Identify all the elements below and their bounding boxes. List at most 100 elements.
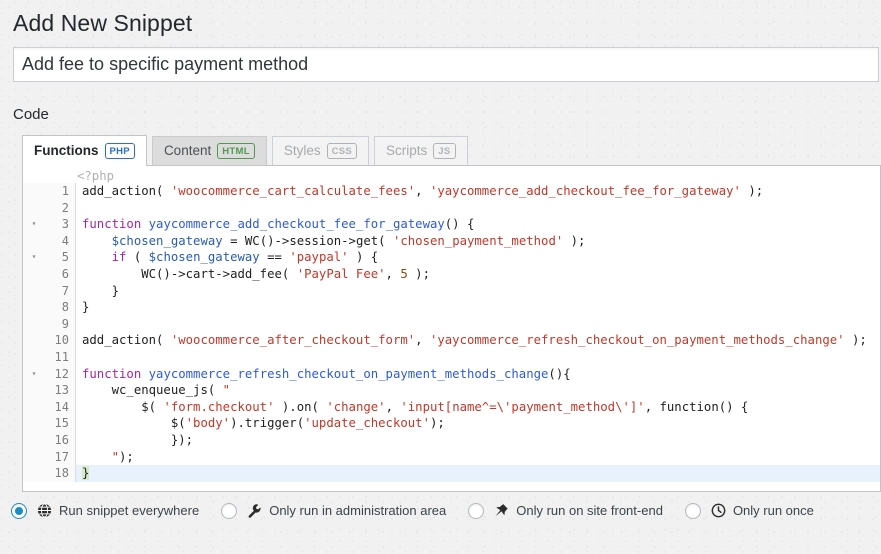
code-line-text: add_action( 'woocommerce_after_checkout_… — [76, 332, 880, 349]
fold-toggle-icon[interactable]: ▾ — [23, 249, 45, 266]
code-token: WC()->cart->add_fee( — [82, 266, 297, 281]
code-line-text: } — [76, 299, 880, 316]
code-line[interactable]: ▾ 12 function yaycommerce_refresh_checkout… — [23, 365, 880, 383]
fold-spacer — [23, 382, 45, 399]
code-line[interactable]: 18} — [23, 465, 880, 482]
code-token: 'form.checkout' — [163, 399, 275, 414]
code-token: 5 — [400, 266, 408, 281]
code-line-text: "); — [76, 449, 880, 466]
scope-frontend[interactable]: Only run on site front-end — [468, 502, 663, 519]
code-token: ); — [844, 333, 867, 348]
radio-button[interactable] — [11, 502, 27, 519]
line-number: 11 — [45, 348, 76, 366]
fold-spacer — [23, 415, 45, 432]
php-open-tag: <?php — [77, 169, 115, 183]
fold-spacer — [23, 183, 45, 200]
tab-label: Content — [163, 143, 212, 159]
code-token: $chosen_gateway — [148, 250, 260, 265]
fold-spacer — [23, 282, 45, 300]
code-token: yaycommerce_refresh_checkout_on_payment_… — [148, 366, 549, 381]
code-token: function — [82, 217, 149, 232]
tab-badge-js: JS — [433, 143, 456, 159]
tab-label: Styles — [283, 143, 321, 159]
pushpin-icon — [493, 502, 510, 519]
code-line[interactable]: 1 add_action( 'woocommerce_cart_calculate… — [23, 183, 880, 200]
code-line[interactable]: 4 $chosen_gateway = WC()->session->get( … — [23, 232, 880, 250]
radio-button[interactable] — [468, 502, 485, 519]
code-line[interactable]: 16 }); — [23, 431, 880, 449]
code-line[interactable]: 10 add_action( 'woocommerce_after_checkou… — [23, 332, 880, 349]
fold-spacer — [23, 398, 45, 416]
tab-badge-php: PHP — [104, 143, 135, 159]
scope-everywhere[interactable]: Run snippet everywhere — [11, 502, 199, 519]
code-token: yaycommerce_add_checkout_fee_for_gateway — [148, 217, 445, 232]
code-token: , — [415, 333, 430, 348]
radio-button[interactable] — [221, 502, 238, 519]
code-line[interactable]: ▾ 3 function yaycommerce_add_checkout_fee_… — [23, 216, 880, 233]
code-token: , — [415, 184, 430, 198]
code-token: ); — [429, 416, 445, 431]
code-token: ).on( — [274, 399, 327, 414]
code-line-text — [76, 349, 880, 366]
fold-spacer — [23, 348, 45, 366]
scope-option-label: Run snippet everywhere — [59, 503, 200, 518]
code-line-text: wc_enqueue_js( " — [76, 382, 880, 399]
code-token: ); — [119, 449, 134, 464]
code-token: " — [111, 449, 120, 464]
line-number: 15 — [45, 415, 76, 432]
code-token: , — [385, 266, 401, 281]
code-token: 'PayPal Fee' — [296, 266, 386, 281]
code-line-text: if ( $chosen_gateway == 'paypal' ) { — [76, 249, 880, 266]
tab-label: Scripts — [386, 143, 428, 159]
code-line[interactable]: 14 $( 'form.checkout' ).on( 'change', 'i… — [23, 398, 880, 416]
code-line[interactable]: 9 — [23, 315, 880, 333]
radio-button[interactable] — [684, 502, 701, 519]
fold-toggle-icon[interactable]: ▾ — [23, 365, 45, 383]
line-number: 6 — [45, 265, 76, 283]
tab-scripts[interactable]: Scripts JS — [374, 136, 468, 165]
editor-tab-strip: Functions PHP Content HTML Styles CSS Scripts J… — [22, 135, 881, 166]
code-token: 'woocommerce_cart_calculate_fees' — [170, 184, 416, 198]
code-token: } — [82, 300, 90, 315]
code-section-label: Code — [13, 106, 49, 123]
scope-once[interactable]: Only run once — [684, 502, 814, 519]
code-token: add_action( — [82, 333, 171, 348]
code-line[interactable]: 15 $('body').trigger('update_checkout'); — [23, 415, 880, 432]
scope-option-label: Only run once — [732, 503, 814, 518]
code-line[interactable]: 8} — [23, 299, 880, 316]
code-line-text: $('body').trigger('update_checkout'); — [76, 415, 880, 432]
tab-styles[interactable]: Styles CSS — [271, 136, 370, 165]
fold-spacer — [23, 265, 45, 283]
scope-admin[interactable]: Only run in administration area — [221, 502, 446, 519]
code-line[interactable]: 7 } — [23, 282, 880, 300]
code-token: 'body' — [185, 416, 231, 431]
code-line-text — [76, 200, 880, 217]
code-editor[interactable]: <?php 1 add_action( 'woocommerce_cart_cal… — [22, 165, 881, 492]
code-line[interactable]: 13 wc_enqueue_js( " — [23, 382, 880, 399]
tab-content[interactable]: Content HTML — [151, 136, 267, 165]
globe-icon — [36, 502, 53, 519]
fold-toggle-icon[interactable]: ▾ — [23, 216, 45, 233]
code-line[interactable]: ▾ 5 if ( $chosen_gateway == 'paypal' ) { — [23, 249, 880, 266]
code-token: , — [385, 399, 401, 414]
code-token: function — [82, 366, 149, 381]
code-line[interactable]: 2 — [23, 199, 880, 217]
code-token: ( — [126, 250, 149, 265]
code-token: (){ — [548, 366, 571, 381]
code-line-text: add_action( 'woocommerce_cart_calculate_… — [76, 183, 880, 200]
code-token: ); — [740, 184, 764, 198]
code-token: add_action( — [82, 184, 171, 198]
snippet-title-input[interactable] — [13, 47, 879, 82]
scope-option-label: Only run in administration area — [269, 503, 447, 518]
code-lines: 1 add_action( 'woocommerce_cart_calculate… — [23, 183, 880, 482]
code-token: }); — [82, 432, 194, 447]
line-number: 10 — [45, 332, 76, 349]
code-line[interactable]: 11 — [23, 348, 880, 366]
code-token: ); — [407, 266, 430, 281]
tab-functions[interactable]: Functions PHP — [22, 135, 147, 166]
code-line[interactable]: 6 WC()->cart->add_fee( 'PayPal Fee', 5 )… — [23, 265, 880, 283]
code-line[interactable]: 17 "); — [23, 448, 880, 466]
code-token: 'yaycommerce_add_checkout_fee_for_gatewa… — [429, 184, 741, 198]
line-number: 18 — [45, 465, 76, 482]
